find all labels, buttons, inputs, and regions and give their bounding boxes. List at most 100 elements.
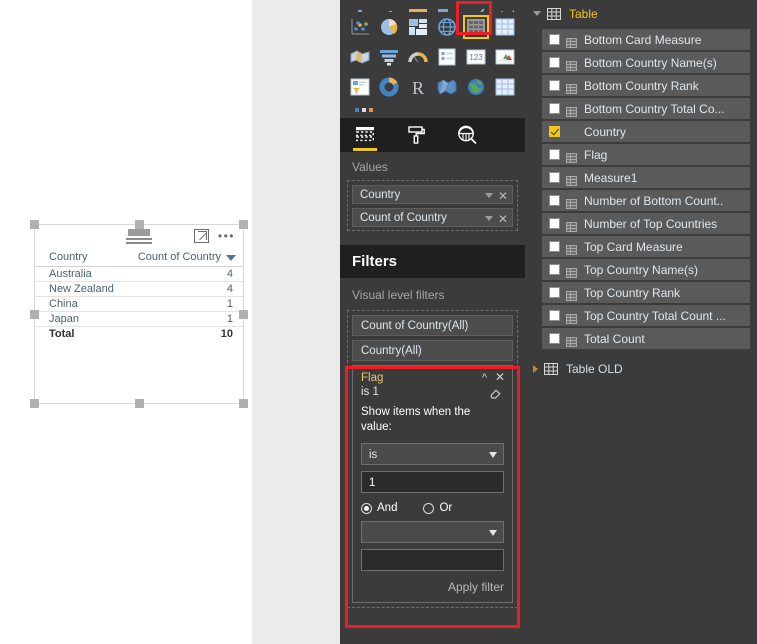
measure-icon xyxy=(566,58,577,71)
matrix-alt-icon[interactable] xyxy=(491,73,518,101)
clustered-column-chart-icon[interactable] xyxy=(376,1,403,12)
field-checkbox[interactable] xyxy=(549,80,560,91)
field-row-top-card-measure[interactable]: Top Card Measure xyxy=(542,236,750,257)
field-checkbox[interactable] xyxy=(549,172,560,183)
format-tab[interactable] xyxy=(401,120,431,150)
filter-card-count-of-country[interactable]: Count of Country(All) xyxy=(352,315,513,336)
field-checkbox[interactable] xyxy=(549,34,560,45)
cell-country: New Zealand xyxy=(35,281,118,297)
field-checkbox[interactable] xyxy=(549,126,560,137)
hundred-percent-stacked-column-icon[interactable] xyxy=(405,1,432,12)
column-header-count[interactable]: Count of Country xyxy=(117,249,243,267)
table-visual[interactable]: ••• Country Count of Country Australia 4… xyxy=(34,224,244,404)
visual-table[interactable]: Country Count of Country Australia 4 New… xyxy=(35,249,243,341)
filled-map-icon[interactable] xyxy=(347,43,374,71)
field-row-number-of-bottom-countries[interactable]: Number of Bottom Count.. xyxy=(542,190,750,211)
funnel-chart-icon[interactable] xyxy=(376,43,403,71)
area-chart-icon[interactable] xyxy=(491,1,518,12)
visualization-pane-tabs[interactable] xyxy=(340,118,525,152)
sort-descending-icon[interactable] xyxy=(226,255,236,261)
cell-count: 1 xyxy=(117,311,243,327)
field-checkbox[interactable] xyxy=(549,57,560,68)
chevron-down-icon[interactable] xyxy=(485,216,493,221)
treemap-icon[interactable] xyxy=(405,13,432,41)
gauge-icon[interactable] xyxy=(405,43,432,71)
values-well[interactable]: Country ✕ Count of Country ✕ xyxy=(347,180,518,231)
visualization-gallery[interactable]: 123 R xyxy=(340,0,525,118)
field-checkbox[interactable] xyxy=(549,333,560,344)
report-canvas[interactable]: ••• Country Count of Country Australia 4… xyxy=(0,0,252,644)
resize-handle-left[interactable] xyxy=(30,310,39,319)
donut-chart-icon[interactable] xyxy=(376,73,403,101)
field-label: Bottom Country Name(s) xyxy=(584,55,717,70)
table-total-row: Total 10 xyxy=(35,327,243,342)
field-checkbox[interactable] xyxy=(549,287,560,298)
field-checkbox[interactable] xyxy=(549,103,560,114)
multi-row-card-icon[interactable] xyxy=(433,43,460,71)
field-row-bottom-country-total-count[interactable]: Bottom Country Total Co... xyxy=(542,98,750,119)
filter-card-country[interactable]: Country(All) xyxy=(352,340,513,361)
get-more-visuals-icon[interactable] xyxy=(346,102,519,118)
total-label: Total xyxy=(49,328,75,340)
table-header-row: Country Count of Country xyxy=(35,249,243,267)
matrix-icon[interactable] xyxy=(491,13,518,41)
field-row-top-country-total-count[interactable]: Top Country Total Count ... xyxy=(542,305,750,326)
field-checkbox[interactable] xyxy=(549,218,560,229)
card-icon[interactable]: 123 xyxy=(462,43,489,71)
resize-handle-top-right[interactable] xyxy=(239,220,248,229)
field-row-bottom-country-names[interactable]: Bottom Country Name(s) xyxy=(542,52,750,73)
field-row-total-count[interactable]: Total Count xyxy=(542,328,750,349)
analytics-tab[interactable] xyxy=(452,120,482,150)
measure-icon xyxy=(566,35,577,48)
kpi-icon[interactable] xyxy=(491,43,518,71)
field-row-measure1[interactable]: Measure1 xyxy=(542,167,750,188)
field-row-top-country-rank[interactable]: Top Country Rank xyxy=(542,282,750,303)
field-checkbox[interactable] xyxy=(549,310,560,321)
focus-mode-icon[interactable] xyxy=(194,229,209,243)
remove-field-icon[interactable]: ✕ xyxy=(498,187,508,205)
fields-table-node-table-old[interactable]: Table OLD xyxy=(525,355,757,382)
table-row[interactable]: Japan 1 xyxy=(35,311,243,327)
field-row-flag[interactable]: Flag xyxy=(542,144,750,165)
slicer-icon[interactable] xyxy=(347,73,374,101)
resize-handle-top-left[interactable] xyxy=(30,220,39,229)
table-row[interactable]: New Zealand 4 xyxy=(35,281,243,297)
field-checkbox[interactable] xyxy=(549,149,560,160)
values-chip-count-of-country[interactable]: Count of Country ✕ xyxy=(352,208,513,227)
stacked-column-chart-icon[interactable] xyxy=(347,1,374,12)
chevron-down-icon[interactable] xyxy=(485,193,493,198)
annotation-box-flag-filter xyxy=(345,366,520,628)
field-row-bottom-country-rank[interactable]: Bottom Country Rank xyxy=(542,75,750,96)
field-row-country[interactable]: Country xyxy=(542,121,750,142)
annotation-box-table-visual xyxy=(456,1,492,35)
field-row-bottom-card-measure[interactable]: Bottom Card Measure xyxy=(542,29,750,50)
field-checkbox[interactable] xyxy=(549,264,560,275)
resize-handle-bottom-right[interactable] xyxy=(239,399,248,408)
table-visual-container[interactable]: ••• Country Count of Country Australia 4… xyxy=(30,220,248,408)
field-checkbox[interactable] xyxy=(549,195,560,206)
more-options-icon[interactable]: ••• xyxy=(218,230,235,242)
remove-field-icon[interactable]: ✕ xyxy=(498,210,508,228)
values-chip-country[interactable]: Country ✕ xyxy=(352,185,513,204)
drag-grip-icon[interactable] xyxy=(126,229,152,246)
fields-table-node-table[interactable]: Table xyxy=(525,0,757,27)
arcgis-map-icon[interactable] xyxy=(462,73,489,101)
column-header-country[interactable]: Country xyxy=(35,249,118,267)
field-row-number-of-top-countries[interactable]: Number of Top Countries xyxy=(542,213,750,234)
field-row-top-country-names[interactable]: Top Country Name(s) xyxy=(542,259,750,280)
table-row[interactable]: Australia 4 xyxy=(35,266,243,282)
field-checkbox[interactable] xyxy=(549,241,560,252)
collapse-arrow-icon[interactable] xyxy=(533,364,538,373)
resize-handle-bottom[interactable] xyxy=(135,399,144,408)
resize-handle-bottom-left[interactable] xyxy=(30,399,39,408)
table-row[interactable]: China 1 xyxy=(35,296,243,312)
pie-chart-icon[interactable] xyxy=(376,13,403,41)
resize-handle-top[interactable] xyxy=(135,220,144,229)
fields-tab[interactable] xyxy=(350,120,380,151)
shape-map-icon[interactable] xyxy=(433,73,460,101)
expand-arrow-icon[interactable] xyxy=(533,11,541,16)
resize-handle-right[interactable] xyxy=(239,310,248,319)
r-script-visual-icon[interactable]: R xyxy=(405,73,432,101)
scatter-chart-icon[interactable] xyxy=(347,13,374,41)
field-label: Measure1 xyxy=(584,170,638,185)
